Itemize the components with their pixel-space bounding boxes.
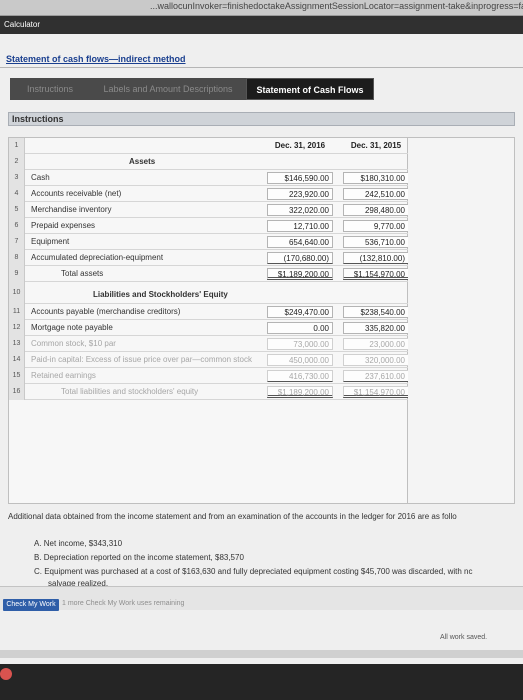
table-row: 1 Dec. 31, 2016 Dec. 31, 2015 <box>9 138 409 154</box>
table-row: 12 Mortgage note payable 0.00 335,820.00 <box>9 320 409 336</box>
value-cell-2016[interactable]: $1,189,200.00 <box>267 268 333 280</box>
table-row: 10 Liabilities and Stockholders' Equity <box>9 282 409 304</box>
app-toolbar: Calculator <box>0 16 523 34</box>
value-cell-2015[interactable]: 298,480.00 <box>343 204 409 216</box>
table-row: 3 Cash $146,590.00 $180,310.00 <box>9 170 409 186</box>
table-row: 7 Equipment 654,640.00 536,710.00 <box>9 234 409 250</box>
value-cell-2016[interactable]: $146,590.00 <box>267 172 333 184</box>
row-label: Merchandise inventory <box>31 205 112 214</box>
additional-data-intro: Additional data obtained from the income… <box>8 512 457 521</box>
bottom-toolbar <box>0 664 523 700</box>
row-label: Accounts receivable (net) <box>31 189 122 198</box>
check-uses-remaining: 1 more Check My Work uses remaining <box>62 600 185 607</box>
value-cell-2016[interactable]: 450,000.00 <box>267 354 333 366</box>
panel-title: Statement of cash flows—indirect method <box>6 54 186 64</box>
value-cell-2016[interactable]: $249,470.00 <box>267 306 333 318</box>
table-row: 8 Accumulated depreciation-equipment (17… <box>9 250 409 266</box>
row-number: 8 <box>9 250 25 266</box>
table-row: 14 Paid-in capital: Excess of issue pric… <box>9 352 409 368</box>
value-cell-2016[interactable]: 223,920.00 <box>267 188 333 200</box>
row-number: 10 <box>9 282 25 304</box>
row-label: Total liabilities and stockholders' equi… <box>61 387 199 396</box>
row-number: 4 <box>9 186 25 202</box>
value-cell-2015[interactable]: 335,820.00 <box>343 322 409 334</box>
row-label: Retained earnings <box>31 371 96 380</box>
row-number: 16 <box>9 384 25 400</box>
row-number: 3 <box>9 170 25 186</box>
table-row: 16 Total liabilities and stockholders' e… <box>9 384 409 400</box>
value-cell-2015[interactable]: 242,510.00 <box>343 188 409 200</box>
value-cell-2015[interactable]: 9,770.00 <box>343 220 409 232</box>
balance-sheet-table: 1 Dec. 31, 2016 Dec. 31, 2015 2 Assets 3… <box>8 137 409 504</box>
row-label: Assets <box>129 157 156 166</box>
value-cell-2016[interactable]: (170,680.00) <box>267 252 333 264</box>
tab-instructions[interactable]: Instructions <box>10 78 90 100</box>
row-label: Paid-in capital: Excess of issue price o… <box>31 355 252 364</box>
value-cell-2016[interactable]: 0.00 <box>267 322 333 334</box>
check-my-work-button[interactable]: Check My Work <box>3 599 59 611</box>
value-cell-2015[interactable]: $1,154,970.00 <box>343 386 409 398</box>
table-row: 9 Total assets $1,189,200.00 $1,154,970.… <box>9 266 409 282</box>
row-number: 9 <box>9 266 25 282</box>
value-cell-2015[interactable]: 320,000.00 <box>343 354 409 366</box>
value-cell-2016[interactable]: 322,020.00 <box>267 204 333 216</box>
column-header-2015: Dec. 31, 2015 <box>350 141 402 150</box>
instructions-header: Instructions <box>8 112 515 126</box>
tab-labels-and-amount-descriptions[interactable]: Labels and Amount Descriptions <box>90 78 246 100</box>
value-cell-2015[interactable]: $238,540.00 <box>343 306 409 318</box>
row-label: Accounts payable (merchandise creditors) <box>31 307 181 316</box>
row-number: 15 <box>9 368 25 384</box>
value-cell-2015[interactable]: $180,310.00 <box>343 172 409 184</box>
divider <box>0 67 523 68</box>
value-cell-2015[interactable]: $1,154,970.00 <box>343 268 409 280</box>
row-number: 12 <box>9 320 25 336</box>
value-cell-2016[interactable]: 416,730.00 <box>267 370 333 382</box>
table-row: 11 Accounts payable (merchandise credito… <box>9 304 409 320</box>
value-cell-2015[interactable]: 536,710.00 <box>343 236 409 248</box>
value-cell-2016[interactable]: 654,640.00 <box>267 236 333 248</box>
column-header-2016: Dec. 31, 2016 <box>274 141 326 150</box>
value-cell-2016[interactable]: 73,000.00 <box>267 338 333 350</box>
table-row: 15 Retained earnings 416,730.00 237,610.… <box>9 368 409 384</box>
calculator-link[interactable]: Calculator <box>4 20 40 29</box>
row-number: 2 <box>9 154 25 170</box>
table-blank-area <box>408 137 515 504</box>
row-label: Common stock, $10 par <box>31 339 116 348</box>
row-number: 1 <box>9 138 25 154</box>
value-cell-2016[interactable]: 12,710.00 <box>267 220 333 232</box>
value-cell-2015[interactable]: (132,810.00) <box>343 252 409 264</box>
additional-item-a: A. Net income, $343,310 <box>34 539 123 548</box>
value-cell-2016[interactable]: $1,189,200.00 <box>267 386 333 398</box>
table-row: 6 Prepaid expenses 12,710.00 9,770.00 <box>9 218 409 234</box>
additional-item-c: C. Equipment was purchased at a cost of … <box>34 567 473 576</box>
value-cell-2015[interactable]: 23,000.00 <box>343 338 409 350</box>
tab-statement-of-cash-flows[interactable]: Statement of Cash Flows <box>246 78 374 100</box>
row-number: 7 <box>9 234 25 250</box>
row-label: Equipment <box>31 237 70 246</box>
progress-bar <box>0 650 523 658</box>
row-number: 6 <box>9 218 25 234</box>
row-number: 5 <box>9 202 25 218</box>
url-text: ...wallocunInvoker=finishedoctakeAssignm… <box>150 1 523 11</box>
row-label: Mortgage note payable <box>31 323 113 332</box>
instructions-label: Instructions <box>12 114 64 124</box>
record-icon[interactable] <box>0 668 12 680</box>
row-label: Accumulated depreciation-equipment <box>31 253 164 262</box>
value-cell-2015[interactable]: 237,610.00 <box>343 370 409 382</box>
save-status: All work saved. <box>440 634 488 641</box>
row-label: Liabilities and Stockholders' Equity <box>93 290 228 299</box>
table-row: 13 Common stock, $10 par 73,000.00 23,00… <box>9 336 409 352</box>
table-row: 2 Assets <box>9 154 409 170</box>
table-row: 4 Accounts receivable (net) 223,920.00 2… <box>9 186 409 202</box>
row-number: 14 <box>9 352 25 368</box>
table-row: 5 Merchandise inventory 322,020.00 298,4… <box>9 202 409 218</box>
additional-item-b: B. Depreciation reported on the income s… <box>34 553 244 562</box>
row-number: 11 <box>9 304 25 320</box>
row-label: Prepaid expenses <box>31 221 96 230</box>
browser-url-bar[interactable]: ...wallocunInvoker=finishedoctakeAssignm… <box>0 0 523 16</box>
assignment-panel: Statement of cash flows—indirect method … <box>0 34 523 664</box>
row-label: Total assets <box>61 269 104 278</box>
row-label: Cash <box>31 173 50 182</box>
row-number: 13 <box>9 336 25 352</box>
